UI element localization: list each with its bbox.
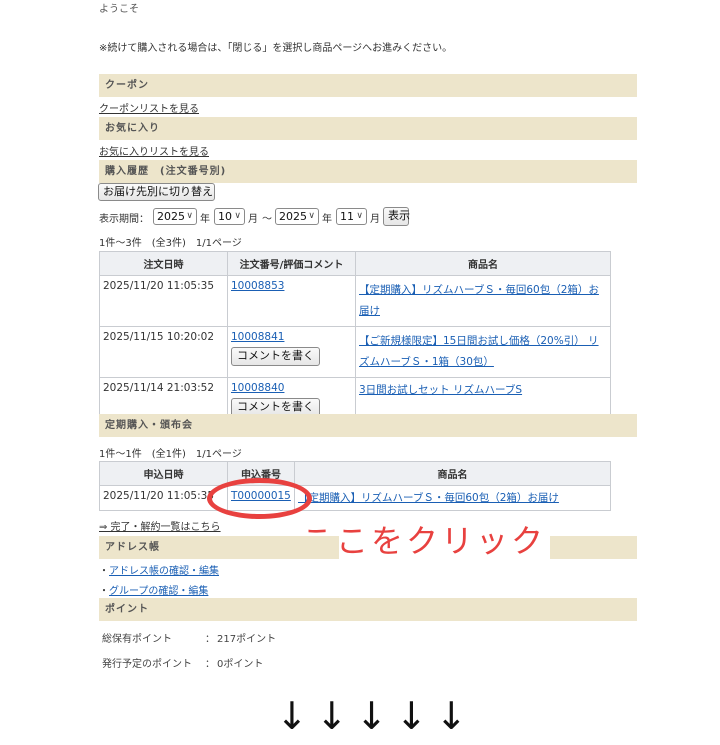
product-link[interactable]: 【ご新規様限定】15日間お試し価格（20%引） リズムハーブＳ・1箱（30包）	[359, 335, 599, 368]
order-number-link[interactable]: 10008841	[231, 331, 284, 343]
from-month-value: 10	[218, 210, 232, 223]
continue-notice: ※続けて購入される場合は、「閉じる」を選択し商品ページへお進みください。	[99, 43, 453, 54]
product-link[interactable]: 【定期購入】リズムハーブＳ・毎回60包（2箱）お届け	[298, 492, 559, 504]
product-link[interactable]: 3日間お試しセット リズムハーブS	[359, 384, 522, 396]
history-section-header: 購入履歴 (注文番号別)	[99, 160, 637, 183]
to-month-value: 11	[340, 210, 354, 223]
order-date: 2025/11/15 10:20:02	[99, 326, 228, 378]
points-section-header: ポイント	[99, 598, 637, 621]
address-section-header: アドレス帳	[99, 536, 339, 559]
column-header: 申込番号	[227, 461, 295, 486]
order-date: 2025/11/20 11:05:35	[99, 275, 228, 327]
column-header: 注文日時	[99, 251, 228, 276]
down-arrows-annotation: ↓↓↓↓↓	[276, 694, 476, 738]
product-link[interactable]: 【定期購入】リズムハーブＳ・毎回60包（2箱）お届け	[359, 284, 599, 317]
points-separator: ：	[205, 659, 215, 670]
subscription-table: 申込日時 申込番号 商品名 2025/11/20 11:05:35 T00000…	[99, 461, 611, 511]
application-number-link[interactable]: T00000015	[231, 490, 291, 502]
to-year-value: 2025	[279, 210, 307, 223]
order-number-link[interactable]: 10008853	[231, 280, 284, 292]
completed-cancelled-link[interactable]: ⇒ 完了・解約一覧はこちら	[99, 518, 221, 533]
range-tilde: 〜	[262, 214, 272, 225]
subscription-section-header: 定期購入・頒布会	[99, 414, 637, 437]
from-month-select[interactable]: 10 ∨	[214, 208, 245, 225]
coupon-list-link[interactable]: クーポンリストを見る	[99, 100, 199, 115]
month-unit-label: 月	[248, 214, 258, 225]
month-unit-label: 月	[370, 214, 380, 225]
chevron-down-icon: ∨	[234, 211, 241, 221]
total-points-label: 総保有ポイント	[102, 634, 172, 645]
history-count: 1件〜3件 (全3件) 1/1ページ	[99, 238, 242, 249]
table-row: 2025/11/20 11:05:35 10008853 【定期購入】リズムハー…	[99, 275, 611, 327]
column-header: 商品名	[355, 251, 611, 276]
address-book-edit-link[interactable]: アドレス帳の確認・編集	[109, 566, 219, 577]
switch-to-address-button[interactable]: お届け先別に切り替え	[98, 183, 215, 201]
subscription-count: 1件〜1件 (全1件) 1/1ページ	[99, 449, 242, 460]
table-row: 2025/11/15 10:20:02 10008841 コメントを書く 【ご新…	[99, 326, 611, 378]
from-year-select[interactable]: 2025 ∨	[153, 208, 197, 225]
period-label: 表示期間：	[99, 214, 149, 225]
table-row: 2025/11/20 11:05:35 T00000015 【定期購入】リズムハ…	[99, 485, 611, 511]
application-date: 2025/11/20 11:05:35	[99, 485, 228, 511]
to-month-select[interactable]: 11 ∨	[336, 208, 367, 225]
address-link-row: ・アドレス帳の確認・編集	[99, 566, 219, 577]
favorites-list-link[interactable]: お気に入りリストを見る	[99, 143, 209, 158]
chevron-down-icon: ∨	[186, 211, 193, 221]
total-points-value: 217ポイント	[217, 634, 277, 645]
to-year-select[interactable]: 2025 ∨	[275, 208, 319, 225]
order-number-link[interactable]: 10008840	[231, 382, 284, 394]
pending-points-value: 0ポイント	[217, 659, 264, 670]
show-button[interactable]: 表示	[383, 207, 410, 226]
write-comment-button[interactable]: コメントを書く	[231, 347, 320, 366]
coupon-section-header: クーポン	[99, 74, 637, 97]
welcome-text: ようこそ	[99, 4, 139, 15]
favorites-section-header: お気に入り	[99, 117, 637, 140]
address-section-header-tail	[550, 536, 637, 559]
group-edit-link[interactable]: グループの確認・編集	[109, 586, 208, 597]
column-header: 申込日時	[99, 461, 228, 486]
points-separator: ：	[205, 634, 215, 645]
column-header: 商品名	[294, 461, 611, 486]
column-header: 注文番号/評価コメント	[227, 251, 356, 276]
from-year-value: 2025	[157, 210, 185, 223]
year-unit-label: 年	[200, 214, 210, 225]
year-unit-label: 年	[322, 214, 332, 225]
history-table: 注文日時 注文番号/評価コメント 商品名 2025/11/20 11:05:35…	[99, 251, 611, 423]
pending-points-label: 発行予定のポイント	[102, 659, 192, 670]
group-link-row: ・グループの確認・編集	[99, 586, 209, 597]
chevron-down-icon: ∨	[356, 211, 363, 221]
chevron-down-icon: ∨	[308, 211, 315, 221]
